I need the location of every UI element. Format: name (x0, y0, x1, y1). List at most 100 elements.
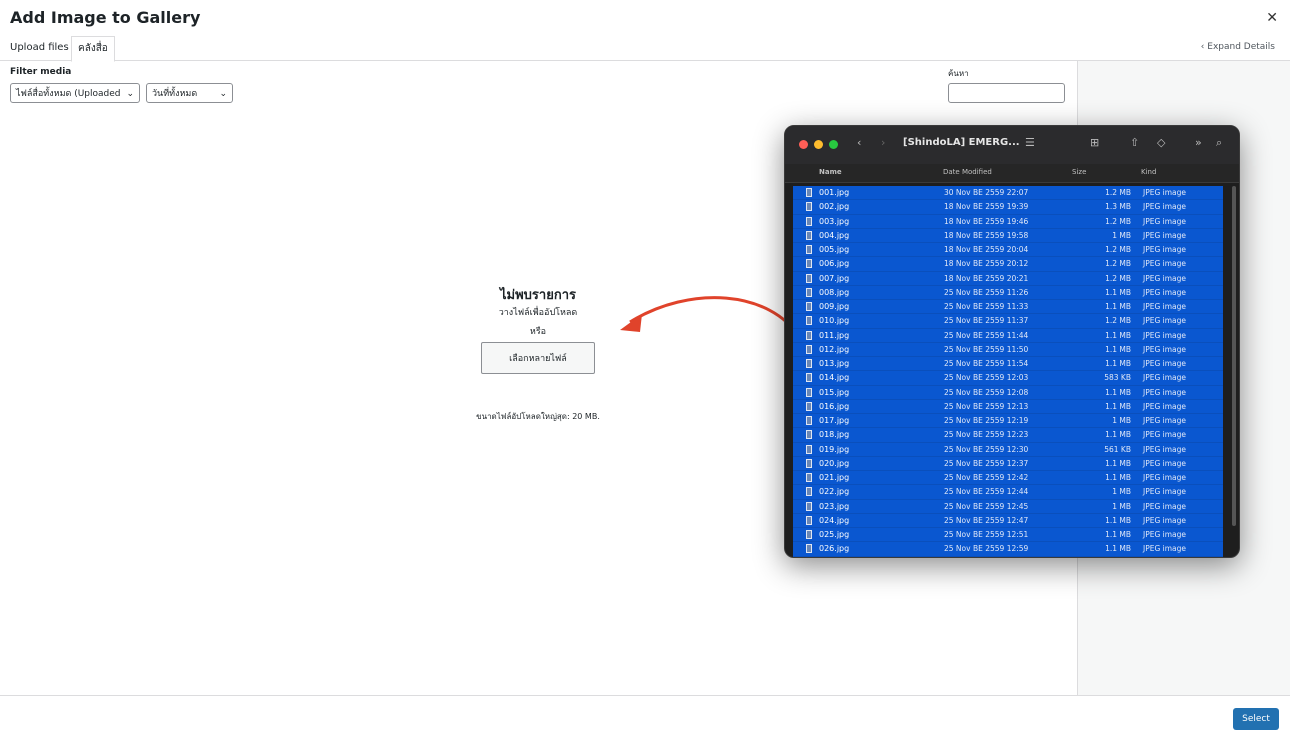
jpeg-file-icon (806, 245, 812, 254)
tab-upload-files[interactable]: Upload files (4, 36, 75, 60)
file-size: 583 KB (1104, 373, 1131, 383)
chevron-down-icon: ⌄ (219, 89, 227, 99)
file-name: 013.jpg (819, 359, 850, 368)
file-name: 007.jpg (819, 273, 850, 283)
tag-icon[interactable]: ◇ (1157, 136, 1165, 149)
file-date: 25 Nov BE 2559 12:13 (944, 401, 1029, 411)
file-kind: JPEG image (1143, 515, 1187, 525)
file-row[interactable]: 006.jpg 18 Nov BE 2559 20:12 1.2 MB JPEG im… (793, 257, 1223, 272)
jpeg-file-icon (806, 359, 812, 368)
file-name: 020.jpg (819, 458, 850, 468)
file-size: 1.1 MB (1105, 530, 1131, 539)
search-input[interactable] (948, 83, 1065, 103)
file-kind: JPEG image (1143, 344, 1187, 354)
file-kind: JPEG image (1143, 401, 1187, 411)
file-name: 019.jpg (819, 444, 850, 454)
scrollbar[interactable] (1232, 186, 1236, 526)
file-row[interactable]: 019.jpg 25 Nov BE 2559 12:30 561 KB JPEG im… (793, 442, 1223, 457)
file-row[interactable]: 007.jpg 18 Nov BE 2559 20:21 1.2 MB JPEG im… (793, 271, 1223, 286)
file-row[interactable]: 026.jpg 25 Nov BE 2559 12:59 1.1 MB JPEG im… (793, 542, 1223, 557)
file-size: 1.1 MB (1105, 344, 1131, 354)
date-filter[interactable]: วันที่ทั้งหมด ⌄ (146, 83, 233, 103)
select-button[interactable]: Select (1233, 708, 1279, 730)
forward-icon[interactable]: › (881, 136, 885, 149)
file-row[interactable]: 009.jpg 25 Nov BE 2559 11:33 1.1 MB JPEG im… (793, 300, 1223, 315)
file-size: 1.2 MB (1105, 216, 1131, 226)
file-date: 25 Nov BE 2559 12:19 (944, 416, 1029, 425)
file-kind: JPEG image (1143, 501, 1187, 511)
file-row[interactable]: 015.jpg 25 Nov BE 2559 12:08 1.1 MB JPEG im… (793, 385, 1223, 400)
file-size: 1 MB (1112, 501, 1131, 511)
media-type-filter[interactable]: ไฟล์สื่อทั้งหมด (Uploaded ⌄ (10, 83, 140, 103)
file-size: 1.1 MB (1105, 458, 1131, 468)
file-size: 1.1 MB (1105, 330, 1131, 340)
file-row[interactable]: 005.jpg 18 Nov BE 2559 20:04 1.2 MB JPEG im… (793, 243, 1223, 258)
file-row[interactable]: 004.jpg 18 Nov BE 2559 19:58 1 MB JPEG imag… (793, 228, 1223, 243)
file-row[interactable]: 016.jpg 25 Nov BE 2559 12:13 1.1 MB JPEG im… (793, 399, 1223, 414)
expand-details-link[interactable]: ‹ Expand Details (1201, 42, 1275, 52)
close-window-icon[interactable] (799, 140, 808, 149)
column-name[interactable]: Name (819, 168, 842, 176)
file-name: 016.jpg (819, 401, 850, 411)
file-name: 009.jpg (819, 302, 850, 311)
file-row[interactable]: 011.jpg 25 Nov BE 2559 11:44 1.1 MB JPEG im… (793, 328, 1223, 343)
column-kind[interactable]: Kind (1141, 168, 1156, 176)
file-name: 004.jpg (819, 230, 850, 240)
jpeg-file-icon (806, 330, 812, 340)
file-row[interactable]: 020.jpg 25 Nov BE 2559 12:37 1.1 MB JPEG im… (793, 456, 1223, 471)
file-kind: JPEG image (1143, 273, 1187, 283)
file-size: 1.1 MB (1105, 359, 1131, 368)
search-icon[interactable]: ⌕ (1216, 136, 1222, 150)
tab-media-library[interactable]: คลังสื่อ (71, 36, 115, 62)
file-date: 25 Nov BE 2559 12:03 (944, 373, 1029, 383)
file-row[interactable]: 013.jpg 25 Nov BE 2559 11:54 1.1 MB JPEG im… (793, 357, 1223, 372)
more-icon[interactable]: » (1195, 136, 1202, 149)
column-size[interactable]: Size (1072, 168, 1086, 176)
file-row[interactable]: 010.jpg 25 Nov BE 2559 11:37 1.2 MB JPEG im… (793, 314, 1223, 329)
file-row[interactable]: 002.jpg 18 Nov BE 2559 19:39 1.3 MB JPEG im… (793, 200, 1223, 215)
file-row[interactable]: 022.jpg 25 Nov BE 2559 12:44 1 MB JPEG imag… (793, 485, 1223, 500)
file-date: 25 Nov BE 2559 12:30 (944, 444, 1029, 454)
file-size: 1.1 MB (1105, 401, 1131, 411)
file-date: 18 Nov BE 2559 19:46 (944, 216, 1029, 226)
select-files-button[interactable]: เลือกหลายไฟล์ (481, 342, 595, 374)
file-date: 25 Nov BE 2559 12:42 (944, 473, 1029, 482)
group-icon[interactable]: ⊞ (1090, 136, 1099, 149)
minimize-window-icon[interactable] (814, 140, 823, 149)
jpeg-file-icon (806, 458, 812, 468)
file-row[interactable]: 021.jpg 25 Nov BE 2559 12:42 1.1 MB JPEG im… (793, 471, 1223, 486)
media-type-filter-value: ไฟล์สื่อทั้งหมด (Uploaded (16, 89, 121, 99)
file-row[interactable]: 018.jpg 25 Nov BE 2559 12:23 1.1 MB JPEG im… (793, 428, 1223, 443)
file-kind: JPEG image (1143, 487, 1187, 497)
list-view-icon[interactable]: ☰ (1025, 136, 1035, 149)
file-name: 008.jpg (819, 287, 850, 297)
jpeg-file-icon (806, 316, 812, 326)
file-name: 022.jpg (819, 487, 850, 497)
search-label: ค้นหา (948, 69, 969, 78)
file-size: 1.1 MB (1105, 544, 1131, 554)
close-icon[interactable]: ✕ (1266, 10, 1278, 26)
jpeg-file-icon (806, 373, 812, 383)
file-date: 18 Nov BE 2559 19:39 (944, 202, 1029, 212)
zoom-window-icon[interactable] (829, 140, 838, 149)
jpeg-file-icon (806, 401, 812, 411)
file-row[interactable]: 008.jpg 25 Nov BE 2559 11:26 1.1 MB JPEG im… (793, 285, 1223, 300)
file-row[interactable]: 012.jpg 25 Nov BE 2559 11:50 1.1 MB JPEG im… (793, 342, 1223, 357)
back-icon[interactable]: ‹ (857, 136, 861, 149)
file-row[interactable]: 023.jpg 25 Nov BE 2559 12:45 1 MB JPEG imag… (793, 499, 1223, 514)
filter-media-label: Filter media (10, 67, 72, 77)
file-row[interactable]: 014.jpg 25 Nov BE 2559 12:03 583 KB JPEG im… (793, 371, 1223, 386)
file-row[interactable]: 024.jpg 25 Nov BE 2559 12:47 1.1 MB JPEG im… (793, 513, 1223, 528)
file-size: 1.1 MB (1105, 473, 1131, 482)
jpeg-file-icon (806, 501, 812, 511)
share-icon[interactable]: ⇧ (1130, 136, 1139, 149)
column-date-modified[interactable]: Date Modified (943, 168, 992, 176)
file-kind: JPEG image (1143, 188, 1187, 197)
file-date: 18 Nov BE 2559 20:21 (944, 273, 1029, 283)
file-row[interactable]: 025.jpg 25 Nov BE 2559 12:51 1.1 MB JPEG im… (793, 528, 1223, 543)
file-kind: JPEG image (1143, 444, 1187, 454)
file-row[interactable]: 003.jpg 18 Nov BE 2559 19:46 1.2 MB JPEG im… (793, 214, 1223, 229)
file-kind: JPEG image (1143, 544, 1187, 554)
file-row[interactable]: 001.jpg 30 Nov BE 2559 22:07 1.2 MB JPEG im… (793, 186, 1223, 201)
file-row[interactable]: 017.jpg 25 Nov BE 2559 12:19 1 MB JPEG imag… (793, 414, 1223, 429)
